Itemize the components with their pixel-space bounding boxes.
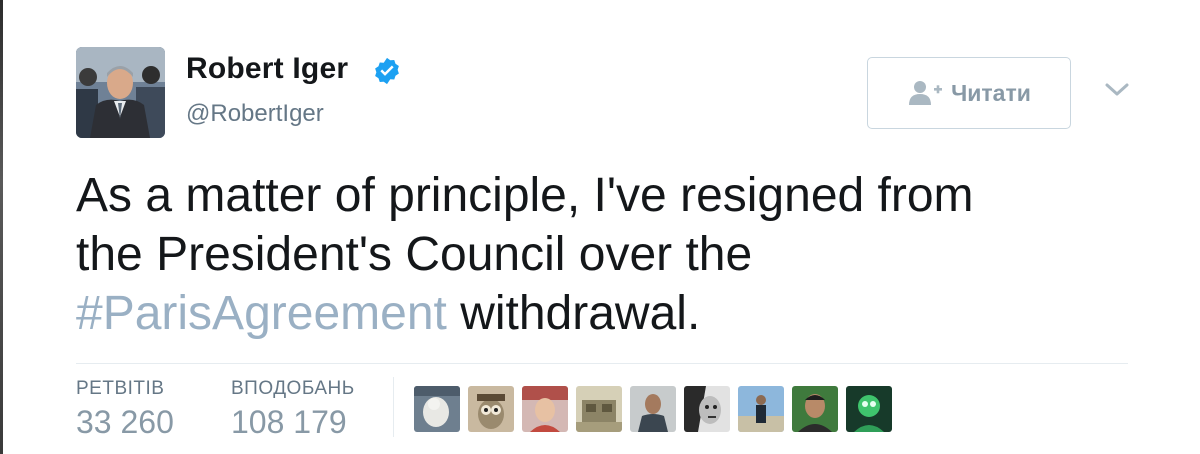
chevron-down-icon[interactable] <box>1103 80 1131 100</box>
liker-avatar[interactable] <box>630 386 676 432</box>
likes-count: 108 179 <box>231 404 347 440</box>
liker-avatar[interactable] <box>522 386 568 432</box>
follow-button[interactable]: Читати <box>867 57 1071 129</box>
likes-stat[interactable]: ВПОДОБАНЬ 108 179 <box>231 378 355 441</box>
tweet-text-line-3: withdrawal. <box>446 287 701 340</box>
likes-label: ВПОДОБАНЬ <box>231 378 355 399</box>
liker-avatar[interactable] <box>576 386 622 432</box>
stats-divider <box>76 363 1128 364</box>
retweets-stat[interactable]: РЕТВІТІВ 33 260 <box>76 378 174 441</box>
retweets-label: РЕТВІТІВ <box>76 378 165 399</box>
author-name[interactable]: Robert Iger <box>186 52 348 86</box>
window-edge <box>0 0 3 454</box>
retweets-count: 33 260 <box>76 404 174 440</box>
tweet-text: As a matter of principle, I've resigned … <box>76 166 1136 343</box>
liker-avatar[interactable] <box>684 386 730 432</box>
liker-avatar[interactable] <box>792 386 838 432</box>
tweet-text-line-1: As a matter of principle, I've resigned … <box>76 169 974 222</box>
hashtag-link[interactable]: #ParisAgreement <box>76 287 447 340</box>
tweet-text-line-2: the President's Council over the <box>76 228 753 281</box>
liker-avatar[interactable] <box>846 386 892 432</box>
liker-avatar[interactable] <box>414 386 460 432</box>
author-handle[interactable]: @RobertIger <box>186 100 324 128</box>
verified-badge-icon <box>375 57 399 85</box>
stats-separator <box>393 377 394 437</box>
follow-person-plus-icon <box>909 81 943 105</box>
liker-avatar[interactable] <box>468 386 514 432</box>
author-avatar[interactable] <box>76 47 165 138</box>
liker-avatar[interactable] <box>738 386 784 432</box>
follow-button-label: Читати <box>951 79 1031 106</box>
liker-avatars <box>414 386 900 432</box>
